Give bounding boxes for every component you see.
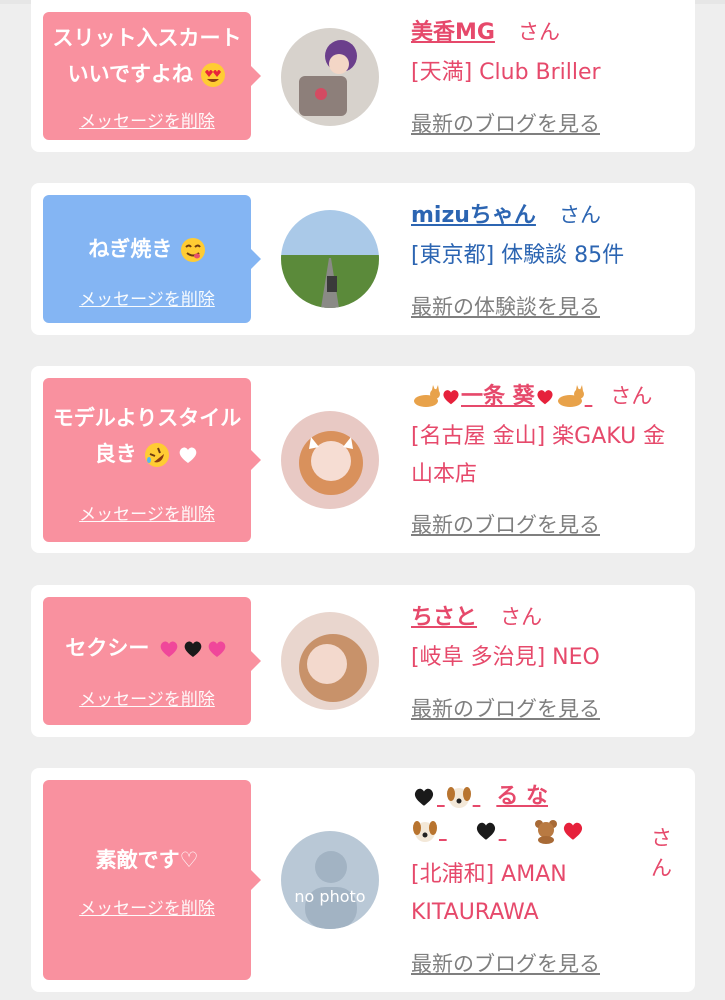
poster-name-link[interactable]: 美香MG <box>411 20 495 45</box>
poster-name-link[interactable]: る な <box>411 780 626 848</box>
poster-name-link[interactable]: 一条 葵 <box>411 384 592 409</box>
honorific: さん <box>651 826 672 880</box>
message-card-2: ねぎ焼き メッセージを削除 mizuちゃん さん [東京都] 体験談 85件 最… <box>31 183 695 335</box>
message-card-3: モデルよりスタイル良き メッセージを削除 一条 葵 さん [名古屋 金山] 楽G… <box>31 366 695 553</box>
latest-blog-link[interactable]: 最新のブログを見る <box>411 693 600 723</box>
shop-label: [東京都] 体験談 85件 <box>411 243 625 268</box>
latest-experience-link[interactable]: 最新の体験談を見る <box>411 291 600 321</box>
red-heart-icon <box>537 390 553 405</box>
message-card-4: セクシー メッセージを削除 ちさと さん [岐阜 多治見] NEO 最新のブログ… <box>31 585 695 737</box>
dog-face-emoji-icon <box>446 787 471 808</box>
message-text: ねぎ焼き <box>49 231 245 267</box>
message-card-5: 素敵です♡ メッセージを削除 no photo る な さん [北浦和] AMA… <box>31 768 695 992</box>
message-bubble: スリット入スカートいいですよね メッセージを削除 <box>43 12 261 140</box>
honorific: さん <box>610 384 653 408</box>
message-text: 素敵です♡ <box>95 848 199 872</box>
poster-info: ちさと さん [岐阜 多治見] NEO 最新のブログを見る <box>411 599 685 721</box>
shop-label: [岐阜 多治見] NEO <box>411 645 600 670</box>
cat-emoji-icon <box>557 385 584 407</box>
delete-message-link[interactable]: メッセージを削除 <box>43 894 251 919</box>
message-bubble: 素敵です♡ メッセージを削除 <box>43 780 261 980</box>
message-bubble: ねぎ焼き メッセージを削除 <box>43 195 261 323</box>
poster-name-link[interactable]: ちさと <box>411 605 477 630</box>
delete-message-link[interactable]: メッセージを削除 <box>43 285 251 310</box>
delete-message-link[interactable]: メッセージを削除 <box>43 107 251 132</box>
avatar[interactable] <box>281 612 379 710</box>
poster-info: mizuちゃん さん [東京都] 体験談 85件 最新の体験談を見る <box>411 197 685 319</box>
pink-heart-icon <box>160 641 177 657</box>
black-heart-icon <box>476 822 495 840</box>
no-photo-label: no photo <box>294 887 366 906</box>
cat-emoji-icon <box>414 385 440 407</box>
avatar[interactable] <box>281 411 379 509</box>
black-heart-icon <box>184 641 201 657</box>
pink-heart-icon <box>208 641 225 657</box>
latest-blog-link[interactable]: 最新のブログを見る <box>411 108 600 138</box>
poster-info: る な さん [北浦和] AMAN KITAURAWA 最新のブログを見る <box>411 780 685 976</box>
red-heart-icon <box>443 390 459 405</box>
delete-message-link[interactable]: メッセージを削除 <box>43 685 251 710</box>
avatar[interactable]: no photo <box>281 831 379 929</box>
honorific: さん <box>500 605 543 629</box>
message-text: セクシー <box>49 630 245 666</box>
shop-label: [天満] Club Briller <box>411 60 601 85</box>
poster-info: 一条 葵 さん [名古屋 金山] 楽GAKU 金山本店 最新のブログを見る <box>411 378 685 537</box>
yum-face-emoji-icon <box>180 238 205 262</box>
shop-label: [北浦和] AMAN KITAURAWA <box>411 862 567 925</box>
teddy-bear-emoji-icon <box>535 820 558 844</box>
honorific: さん <box>559 203 602 227</box>
message-text: スリット入スカートいいですよね <box>52 26 242 87</box>
dog-face-emoji-icon <box>413 821 437 842</box>
message-bubble: モデルよりスタイル良き メッセージを削除 <box>43 378 261 542</box>
black-heart-icon <box>414 788 434 806</box>
white-heart-icon <box>179 447 197 463</box>
red-heart-icon <box>564 822 583 840</box>
delete-message-link[interactable]: メッセージを削除 <box>43 500 251 525</box>
message-text: モデルよりスタイル良き <box>52 406 242 467</box>
poster-info: 美香MG さん [天満] Club Briller 最新のブログを見る <box>411 14 685 136</box>
heart-eyes-emoji-icon <box>201 63 226 87</box>
rofl-emoji-icon <box>145 443 169 467</box>
message-card-1: スリット入スカートいいですよね メッセージを削除 美香MG さん [天満] Cl… <box>31 0 695 152</box>
poster-name-link[interactable]: mizuちゃん <box>411 203 536 228</box>
message-bubble: セクシー メッセージを削除 <box>43 597 261 725</box>
shop-label: [名古屋 金山] 楽GAKU 金山本店 <box>411 424 666 487</box>
latest-blog-link[interactable]: 最新のブログを見る <box>411 509 600 539</box>
avatar[interactable] <box>281 28 379 126</box>
latest-blog-link[interactable]: 最新のブログを見る <box>411 948 600 978</box>
honorific: さん <box>518 20 561 44</box>
avatar[interactable] <box>281 210 379 308</box>
